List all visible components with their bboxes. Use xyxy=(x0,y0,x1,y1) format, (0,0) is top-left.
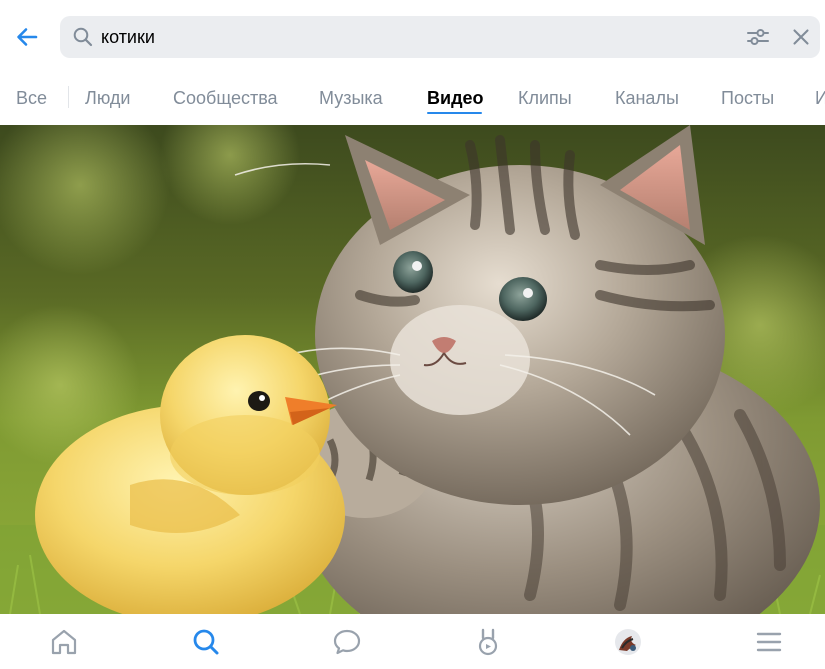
arrow-left-icon xyxy=(17,28,38,46)
search-header xyxy=(0,0,825,72)
video-result-card[interactable] xyxy=(0,125,825,614)
filter-button[interactable] xyxy=(743,22,773,52)
sliders-icon xyxy=(747,29,769,45)
tabbar-clips[interactable] xyxy=(472,626,504,658)
search-icon xyxy=(73,27,93,47)
home-icon xyxy=(51,629,77,655)
search-box[interactable] xyxy=(60,16,820,58)
tabbar-profile[interactable] xyxy=(612,626,644,658)
tab-more[interactable]: И xyxy=(815,88,825,109)
tab-posts[interactable]: Посты xyxy=(721,88,774,109)
tab-video[interactable]: Видео xyxy=(427,88,484,109)
chat-bubble-icon xyxy=(333,629,361,655)
tab-communities[interactable]: Сообщества xyxy=(173,88,278,109)
tab-channels[interactable]: Каналы xyxy=(615,88,679,109)
clips-icon xyxy=(478,628,498,656)
kitten-and-chick-image xyxy=(0,125,825,614)
close-icon xyxy=(793,29,809,45)
search-input[interactable] xyxy=(101,16,731,58)
tabbar-menu[interactable] xyxy=(753,626,785,658)
tabbar-home[interactable] xyxy=(48,626,80,658)
tab-divider xyxy=(68,86,69,108)
bottom-tabbar xyxy=(0,614,825,669)
tabbar-search[interactable] xyxy=(190,626,222,658)
tab-all[interactable]: Все xyxy=(16,88,47,109)
tab-clips[interactable]: Клипы xyxy=(518,88,572,109)
search-category-tabs: Все Люди Сообщества Музыка Видео Клипы К… xyxy=(0,72,825,124)
tab-music[interactable]: Музыка xyxy=(319,88,383,109)
tab-people[interactable]: Люди xyxy=(85,88,130,109)
clear-search-button[interactable] xyxy=(786,22,816,52)
active-tab-indicator xyxy=(427,112,482,114)
search-icon xyxy=(193,629,219,655)
tabbar-messages[interactable] xyxy=(331,626,363,658)
avatar xyxy=(615,629,641,655)
back-button[interactable] xyxy=(8,18,46,56)
menu-icon xyxy=(756,632,782,652)
